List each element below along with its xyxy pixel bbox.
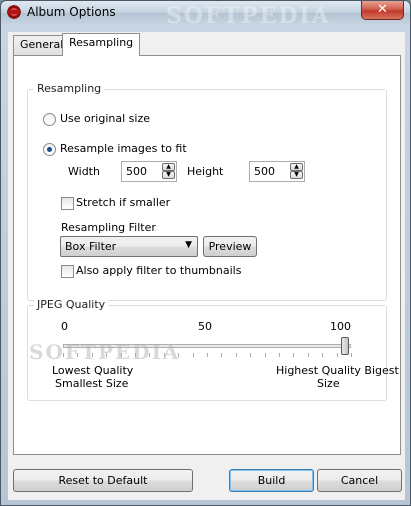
smallest-size-label: Smallest Size [55, 377, 129, 390]
chevron-down-icon[interactable]: ▼ [185, 240, 192, 250]
close-button[interactable]: ✕ [361, 1, 404, 20]
spin-down-icon[interactable]: ▼ [162, 171, 175, 179]
slider-tick-label-0: 0 [61, 320, 68, 333]
height-label: Height [187, 165, 224, 178]
width-spinner-arrows[interactable]: ▲ ▼ [162, 163, 175, 180]
build-button[interactable]: Build [229, 469, 314, 492]
slider-tick [337, 353, 338, 357]
slider-tick [322, 353, 323, 357]
use-original-size-label[interactable]: Use original size [60, 112, 150, 125]
watermark: SOFTPEDIA [29, 340, 181, 364]
stretch-if-smaller-label[interactable]: Stretch if smaller [76, 196, 170, 209]
slider-thumb[interactable] [341, 337, 349, 355]
slider-tick [279, 353, 280, 357]
jpeg-quality-group-label: JPEG Quality [34, 298, 109, 311]
height-spinner[interactable]: 500 ▲ ▼ [249, 161, 305, 182]
spin-up-icon[interactable]: ▲ [162, 163, 175, 171]
title-bar[interactable]: Album Options SOFTPEDIA ✕ [1, 1, 410, 29]
resampling-group-label: Resampling [34, 82, 105, 95]
slider-tick [250, 353, 251, 357]
height-spinner-arrows[interactable]: ▲ ▼ [290, 163, 303, 180]
spin-down-icon[interactable]: ▼ [290, 171, 303, 179]
slider-tick [351, 353, 352, 357]
slider-tick [221, 353, 222, 357]
preview-button[interactable]: Preview [203, 236, 257, 257]
lowest-quality-label: Lowest Quality [52, 364, 134, 377]
slider-tick [308, 353, 309, 357]
tab-resampling[interactable]: Resampling [62, 33, 141, 56]
tab-panel-resampling: Resampling Use original size Resample im… [13, 55, 401, 455]
resampling-filter-select[interactable]: Box Filter ▼ [60, 236, 198, 257]
use-original-size-radio[interactable] [43, 113, 56, 126]
slider-tick [236, 353, 237, 357]
resampling-filter-label: Resampling Filter [61, 221, 156, 234]
window-title: Album Options [27, 5, 116, 19]
stretch-if-smaller-checkbox[interactable] [61, 197, 74, 210]
size-label: Size [317, 377, 340, 390]
app-icon [6, 4, 22, 20]
resample-images-label[interactable]: Resample images to fit [60, 142, 187, 155]
width-value[interactable]: 500 [126, 165, 147, 178]
apply-to-thumbnails-checkbox[interactable] [61, 265, 74, 278]
height-value[interactable]: 500 [254, 165, 275, 178]
resample-images-radio[interactable] [43, 143, 56, 156]
width-spinner[interactable]: 500 ▲ ▼ [121, 161, 177, 182]
slider-tick [293, 353, 294, 357]
width-label: Width [68, 165, 100, 178]
slider-tick [207, 353, 208, 357]
cancel-button[interactable]: Cancel [317, 469, 402, 492]
slider-tick-label-50: 50 [198, 320, 212, 333]
reset-to-default-button[interactable]: Reset to Default [13, 469, 193, 492]
album-options-window: Album Options SOFTPEDIA ✕ General Resamp… [0, 0, 411, 506]
spin-up-icon[interactable]: ▲ [290, 163, 303, 171]
highest-quality-label: Highest Quality Bigest [276, 364, 399, 377]
slider-tick [193, 353, 194, 357]
apply-to-thumbnails-label[interactable]: Also apply filter to thumbnails [76, 264, 241, 277]
slider-tick-label-100: 100 [330, 320, 351, 333]
watermark: SOFTPEDIA [166, 3, 331, 29]
slider-tick [265, 353, 266, 357]
resampling-filter-value[interactable]: Box Filter [65, 240, 116, 253]
